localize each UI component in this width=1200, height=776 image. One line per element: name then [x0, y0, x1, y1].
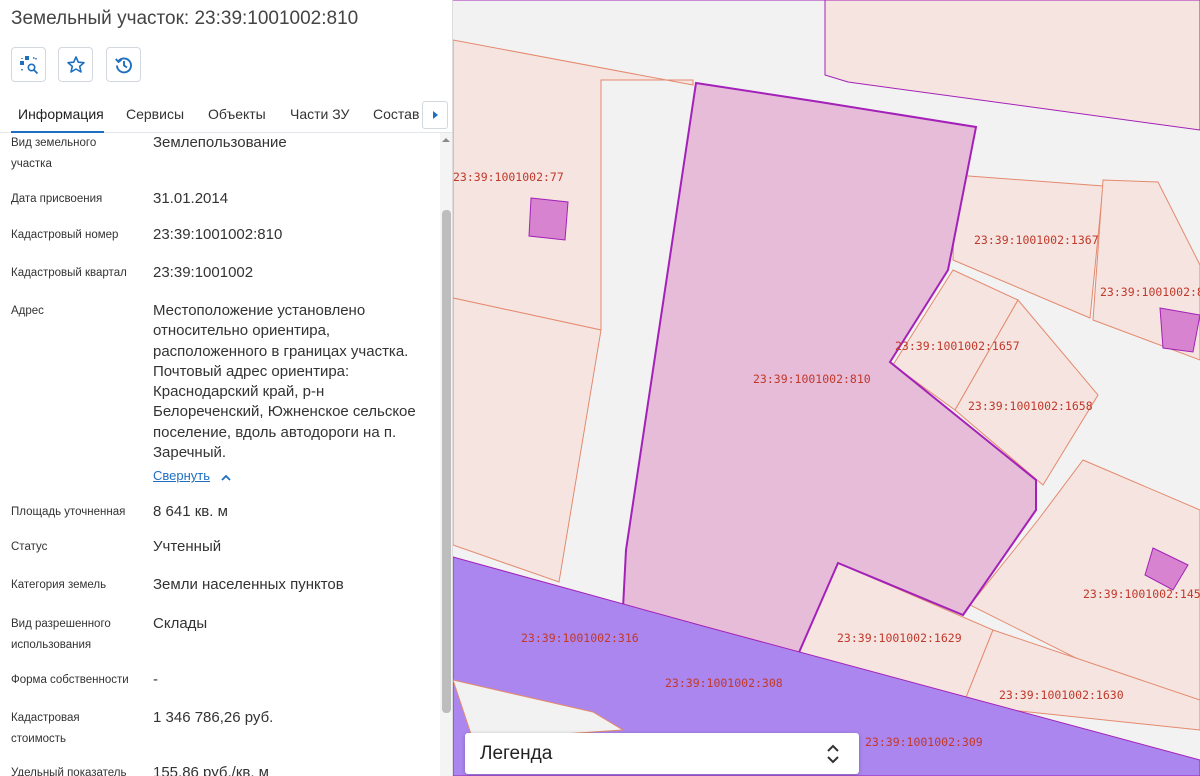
parcel-label: 23:39:1001002:308	[665, 676, 783, 690]
field-value: 23:39:1001002	[153, 264, 254, 281]
history-button[interactable]	[106, 47, 141, 82]
parcel-label: 23:39:1001002:810	[753, 372, 871, 386]
field-value: Склады	[153, 615, 208, 632]
field-value: Местоположение установлено относительно …	[153, 302, 416, 462]
field-value: Учтенный	[153, 538, 222, 555]
tab-composition[interactable]: Состав	[373, 97, 419, 133]
info-fields: Вид земельного участка Землепользование …	[0, 133, 440, 776]
tabs-scroll-right-button[interactable]	[422, 101, 448, 129]
select-on-map-button[interactable]	[11, 47, 46, 82]
tab-bar: Информация Сервисы Объекты Части ЗУ Сост…	[0, 97, 452, 133]
parcel-77	[453, 39, 694, 331]
parcel-label: 23:39:1001002:1367	[974, 233, 1099, 247]
scrollbar-thumb[interactable]	[442, 210, 451, 713]
field-value: 155,86 руб./кв. м	[153, 764, 269, 776]
parcel-label: 23:39:1001002:1629	[837, 631, 962, 645]
parcel-label: 23:39:1001002:84	[1100, 285, 1200, 299]
tab-objects[interactable]: Объекты	[208, 97, 266, 133]
field-label: Вид земельного участка	[11, 137, 97, 170]
field-label: Площадь уточненная	[11, 506, 126, 518]
field-label: Вид разрешенного использования	[11, 618, 111, 651]
tab-parts[interactable]: Части ЗУ	[290, 97, 349, 133]
field-value: 8 641 кв. м	[153, 503, 228, 520]
collapse-link[interactable]: Свернуть	[153, 468, 210, 483]
field-label: Дата присвоения	[11, 193, 103, 205]
info-panel: Земельный участок: 23:39:1001002:810 Инф…	[0, 0, 453, 776]
parcel-label: 23:39:1001002:1457	[1083, 587, 1200, 601]
tab-services[interactable]: Сервисы	[126, 97, 184, 133]
field-value: 31.01.2014	[153, 190, 229, 207]
parcel-label: 23:39:1001002:309	[865, 735, 983, 749]
parcel-label: 23:39:1001002:316	[521, 631, 639, 645]
parcel-label: 23:39:1001002:1657	[895, 339, 1020, 353]
field-label: Статус	[11, 541, 48, 553]
star-icon	[66, 55, 85, 73]
field-value: 23:39:1001002:810	[153, 226, 283, 243]
field-label: Кадастровая стоимость	[11, 712, 80, 745]
field-value: 1 346 786,26 руб.	[153, 709, 274, 726]
parcel-label: 23:39:1001002:77	[453, 170, 564, 184]
chevron-up-icon[interactable]	[219, 471, 233, 485]
tab-info[interactable]: Информация	[11, 97, 104, 133]
history-icon	[114, 56, 132, 73]
field-label: Удельный показатель	[11, 767, 127, 776]
cadastral-map[interactable]: 23:39:1001002:77 23:39:1001002:1367 23:3…	[453, 0, 1200, 776]
scroll-up-arrow-icon[interactable]	[441, 136, 451, 144]
building-84	[1159, 307, 1200, 353]
field-label: Кадастровый номер	[11, 229, 119, 241]
page-title: Земельный участок: 23:39:1001002:810	[11, 8, 359, 29]
building-77	[528, 197, 569, 241]
field-value: Землепользование	[153, 134, 287, 151]
legend-label: Легенда	[480, 743, 553, 764]
parcel-label: 23:39:1001002:1658	[968, 399, 1093, 413]
field-label: Адрес	[11, 305, 44, 317]
caret-right-icon	[433, 111, 438, 119]
field-value: -	[153, 671, 158, 688]
field-label: Кадастровый квартал	[11, 267, 127, 279]
chevron-up-down-icon	[827, 744, 839, 764]
map-canvas[interactable]	[453, 0, 1200, 776]
field-label: Категория земель	[11, 579, 107, 591]
parcel-77-lower	[453, 297, 602, 583]
legend-dropdown[interactable]: Легенда	[465, 733, 859, 774]
favorite-button[interactable]	[58, 47, 93, 82]
parcel-label: 23:39:1001002:1630	[999, 688, 1124, 702]
field-label: Форма собственности	[11, 674, 129, 686]
field-value: Земли населенных пунктов	[153, 576, 344, 593]
map-select-icon	[19, 55, 38, 74]
